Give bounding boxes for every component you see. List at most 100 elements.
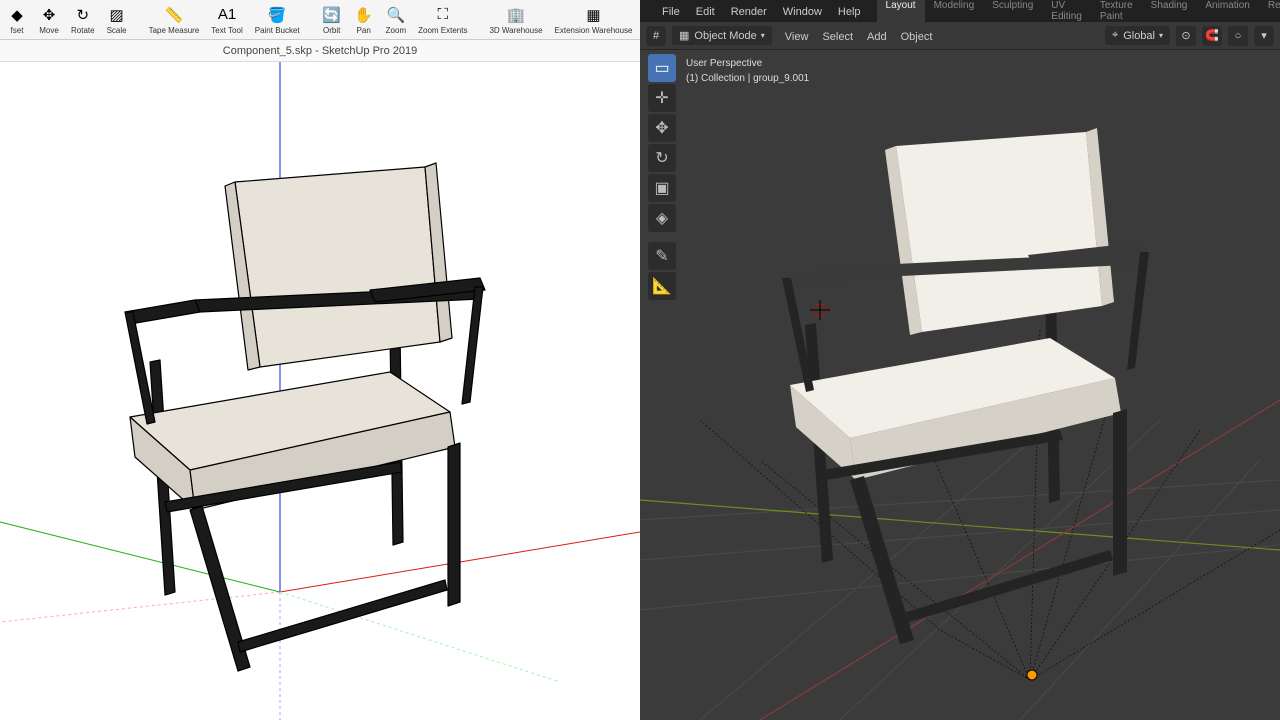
move-icon: ✥ xyxy=(655,118,668,138)
tool-select-box[interactable]: ▭ xyxy=(648,54,676,82)
tool-zoomext[interactable]: ⛶Zoom Extents xyxy=(415,3,470,37)
tool-scale[interactable]: ▣ xyxy=(648,174,676,202)
snap-icon[interactable]: 🧲 xyxy=(1202,26,1222,46)
sketchup-titlebar: Component_5.skp - SketchUp Pro 2019 xyxy=(0,40,640,62)
viewport-menu-object[interactable]: Object xyxy=(894,28,940,46)
tool-extware[interactable]: ▦Extension Warehouse xyxy=(552,3,636,37)
tool-move[interactable]: ✥ xyxy=(648,114,676,142)
origin-icon xyxy=(1027,670,1037,680)
sketchup-viewport[interactable] xyxy=(0,62,640,720)
menu-edit[interactable]: Edit xyxy=(688,4,723,20)
transform-icon: ◈ xyxy=(656,208,668,228)
tool-tape[interactable]: 📏Tape Measure xyxy=(146,3,203,37)
workspace-tab-texture-paint[interactable]: Texture Paint xyxy=(1091,0,1142,26)
sketchup-document-title: Component_5.skp - SketchUp Pro 2019 xyxy=(223,45,417,57)
object-mode-icon: ▦ xyxy=(679,29,689,42)
workspace-tab-modeling[interactable]: Modeling xyxy=(925,0,984,26)
zoom-icon: 🔍 xyxy=(386,5,406,25)
view-name: User Perspective xyxy=(686,56,809,71)
pivot-icon[interactable]: ⊙ xyxy=(1176,26,1196,46)
chevron-down-icon: ▾ xyxy=(761,31,765,40)
blender-tool-shelf: ▭ ✛ ✥ ↻ ▣ ◈ ✎ 📐 xyxy=(648,54,676,300)
rotate-icon: ↻ xyxy=(73,5,93,25)
tool-label: Pan xyxy=(357,26,371,35)
tool-label: Tape Measure xyxy=(149,26,200,35)
workspace-tab-sculpting[interactable]: Sculpting xyxy=(983,0,1042,26)
scale-icon: ▣ xyxy=(654,178,669,198)
sketchup-toolbar: ◆fset✥Move↻Rotate▨Scale📏Tape MeasureA1Te… xyxy=(0,0,640,40)
extware-icon: ▦ xyxy=(584,5,604,25)
tool-cursor[interactable]: ✛ xyxy=(648,84,676,112)
tool-label: Text Tool xyxy=(211,26,242,35)
sketchup-window: ◆fset✥Move↻Rotate▨Scale📏Tape MeasureA1Te… xyxy=(0,0,640,720)
text-icon: A1 xyxy=(217,5,237,25)
workspace-tab-uv-editing[interactable]: UV Editing xyxy=(1042,0,1091,26)
rotate-icon: ↻ xyxy=(655,148,668,168)
active-object-label: (1) Collection | group_9.001 xyxy=(686,71,809,86)
menu-window[interactable]: Window xyxy=(775,4,830,20)
blender-viewport-header: # ▦ Object Mode ▾ ViewSelectAddObject ⌖ … xyxy=(640,22,1280,50)
menu-help[interactable]: Help xyxy=(830,4,869,20)
tape-icon: 📏 xyxy=(164,5,184,25)
blender-menubar: FileEditRenderWindowHelp LayoutModelingS… xyxy=(640,0,1280,22)
pan-icon: ✋ xyxy=(354,5,374,25)
tool-label: Orbit xyxy=(323,26,340,35)
tool-rotate[interactable]: ↻Rotate xyxy=(68,3,98,37)
tool-label: Move xyxy=(39,26,59,35)
tool-pan[interactable]: ✋Pan xyxy=(351,3,377,37)
tool-move[interactable]: ✥Move xyxy=(36,3,62,37)
orientation-label: Global xyxy=(1123,30,1155,42)
viewport-overlay-text: User Perspective (1) Collection | group_… xyxy=(686,56,809,86)
workspace-tab-animation[interactable]: Animation xyxy=(1196,0,1258,26)
workspace-tab-rendering[interactable]: Rendering xyxy=(1259,0,1280,26)
warehouse-icon: 🏢 xyxy=(506,5,526,25)
orbit-icon: 🔄 xyxy=(322,5,342,25)
workspace-tab-layout[interactable]: Layout xyxy=(877,0,925,26)
viewport-menu-view[interactable]: View xyxy=(778,28,816,46)
tool-annotate[interactable]: ✎ xyxy=(648,242,676,270)
chevron-down-icon[interactable]: ▾ xyxy=(1254,26,1274,46)
proportional-icon[interactable]: ○ xyxy=(1228,26,1248,46)
tool-scale[interactable]: ▨Scale xyxy=(104,3,130,37)
orientation-icon: ⌖ xyxy=(1112,29,1118,42)
tool-label: 3D Warehouse xyxy=(489,26,542,35)
zoomext-icon: ⛶ xyxy=(433,5,453,25)
tool-text[interactable]: A1Text Tool xyxy=(208,3,245,37)
tool-warehouse[interactable]: 🏢3D Warehouse xyxy=(486,3,545,37)
paint-icon: 🪣 xyxy=(267,5,287,25)
tool-measure[interactable]: 📐 xyxy=(648,272,676,300)
tool-rotate[interactable]: ↻ xyxy=(648,144,676,172)
sketchup-chair-model xyxy=(125,163,485,671)
viewport-menu-add[interactable]: Add xyxy=(860,28,894,46)
viewport-menu-select[interactable]: Select xyxy=(815,28,860,46)
tool-paint[interactable]: 🪣Paint Bucket xyxy=(252,3,303,37)
workspace-tabs: LayoutModelingSculptingUV EditingTexture… xyxy=(877,0,1280,26)
tool-offset[interactable]: ◆fset xyxy=(4,3,30,37)
workspace-tab-shading[interactable]: Shading xyxy=(1142,0,1197,26)
move-icon: ✥ xyxy=(39,5,59,25)
blender-window: FileEditRenderWindowHelp LayoutModelingS… xyxy=(640,0,1280,720)
blender-3d-viewport[interactable] xyxy=(640,50,1280,720)
menu-render[interactable]: Render xyxy=(723,4,775,20)
orientation-selector[interactable]: ⌖ Global ▾ xyxy=(1105,26,1170,45)
menu-file[interactable]: File xyxy=(654,4,688,20)
tool-label: Zoom xyxy=(386,26,406,35)
tool-label: Paint Bucket xyxy=(255,26,300,35)
chevron-down-icon: ▾ xyxy=(1159,31,1163,40)
3d-cursor-icon xyxy=(810,300,830,320)
editor-type-icon[interactable]: # xyxy=(646,26,666,46)
tool-label: Rotate xyxy=(71,26,95,35)
tool-zoom[interactable]: 🔍Zoom xyxy=(383,3,409,37)
scale-icon: ▨ xyxy=(107,5,127,25)
tool-label: Extension Warehouse xyxy=(555,26,633,35)
annotate-icon: ✎ xyxy=(655,246,668,266)
select-box-icon: ▭ xyxy=(654,58,669,78)
tool-label: Scale xyxy=(107,26,127,35)
cursor-icon: ✛ xyxy=(655,88,668,108)
measure-icon: 📐 xyxy=(652,276,672,296)
mode-selector[interactable]: ▦ Object Mode ▾ xyxy=(672,26,772,45)
tool-label: Zoom Extents xyxy=(418,26,467,35)
tool-orbit[interactable]: 🔄Orbit xyxy=(319,3,345,37)
tool-label: fset xyxy=(11,26,24,35)
tool-transform[interactable]: ◈ xyxy=(648,204,676,232)
